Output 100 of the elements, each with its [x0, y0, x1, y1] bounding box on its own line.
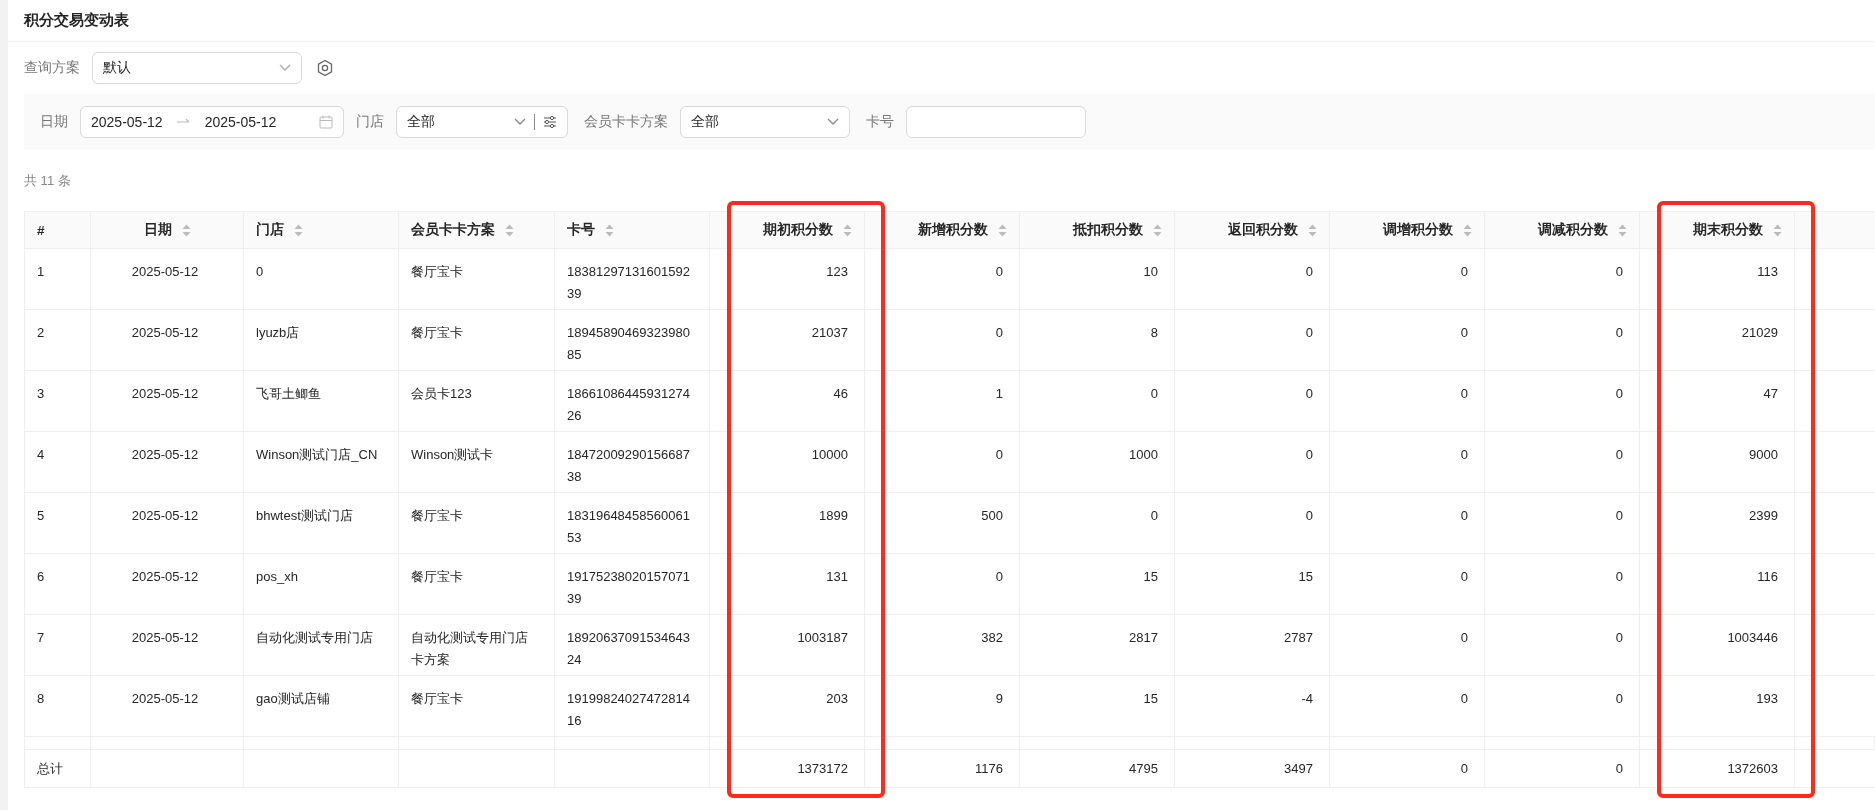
sort-icon[interactable]: [294, 223, 303, 237]
column-header[interactable]: 期初积分数: [710, 212, 865, 249]
column-header[interactable]: 新增积分数: [865, 212, 1020, 249]
sort-icon[interactable]: [1463, 223, 1472, 237]
table-cell: 21029: [1640, 310, 1795, 371]
table-cell: 0: [1330, 493, 1485, 554]
table-cell: 4: [25, 432, 91, 493]
table-cell: 9: [865, 676, 1020, 737]
column-header[interactable]: 抵扣积分数: [1020, 212, 1175, 249]
table-cell: 会员卡123: [399, 371, 555, 432]
table-cell: 3: [25, 371, 91, 432]
table-cell: 0: [1330, 371, 1485, 432]
column-header[interactable]: 会员卡卡方案: [399, 212, 555, 249]
table-cell: 5: [25, 493, 91, 554]
table-cell: 2025-05-12: [91, 554, 244, 615]
table-cell: 0: [1175, 310, 1330, 371]
table-cell: 0: [1485, 371, 1640, 432]
column-title: 抵扣积分数: [1073, 221, 1143, 239]
table-cell: 2025-05-12: [91, 310, 244, 371]
query-scheme-select[interactable]: 默认: [92, 52, 302, 84]
table-cell: 9000: [1640, 432, 1795, 493]
sort-icon[interactable]: [1308, 223, 1317, 237]
column-title: 调减积分数: [1538, 221, 1608, 239]
card-number-input[interactable]: [906, 106, 1086, 138]
table-cell: 1917523802015707139: [555, 554, 710, 615]
table-cell: 3497: [1175, 750, 1330, 788]
column-header[interactable]: 返回积分数: [1175, 212, 1330, 249]
sort-icon[interactable]: [843, 223, 852, 237]
column-header[interactable]: #: [25, 212, 91, 249]
table-cell: pos_xh: [244, 554, 399, 615]
date-range-picker[interactable]: 2025-05-12 2025-05-12: [80, 106, 344, 138]
table-cell: 1899: [710, 493, 865, 554]
chevron-down-icon: [279, 64, 291, 72]
column-header[interactable]: 门店: [244, 212, 399, 249]
sort-icon[interactable]: [505, 223, 514, 237]
table-cell: 餐厅宝卡: [399, 554, 555, 615]
store-select[interactable]: 全部: [396, 106, 568, 138]
table-cell: 193: [1640, 676, 1795, 737]
table-cell: 飞哥土鲫鱼: [244, 371, 399, 432]
table-cell: 2787: [1175, 615, 1330, 676]
table-cell: 1000: [1020, 432, 1175, 493]
table-cell: 1838129713160159239: [555, 249, 710, 310]
sort-icon[interactable]: [181, 223, 191, 237]
card-scheme-select[interactable]: 全部: [680, 106, 850, 138]
table-cell: 8: [25, 676, 91, 737]
table-cell: 4795: [1020, 750, 1175, 788]
sort-icon[interactable]: [605, 223, 614, 237]
column-title: 卡号: [567, 221, 595, 239]
table-cell: 2817: [1020, 615, 1175, 676]
column-header[interactable]: 卡号: [555, 212, 710, 249]
table-cell: 1: [25, 249, 91, 310]
column-header[interactable]: 期末积分数: [1640, 212, 1795, 249]
settings-icon[interactable]: [316, 59, 334, 77]
sort-icon[interactable]: [1153, 223, 1162, 237]
table-cell: 15: [1020, 676, 1175, 737]
table-cell: 2025-05-12: [91, 615, 244, 676]
column-title: 日期: [143, 221, 172, 239]
table-cell: 1892063709153464324: [555, 615, 710, 676]
table-cell: 0: [1175, 493, 1330, 554]
table-cell: 203: [710, 676, 865, 737]
table-cell: 餐厅宝卡: [399, 249, 555, 310]
table-cell: 1176: [865, 750, 1020, 788]
table-cell: 0: [865, 249, 1020, 310]
chevron-down-icon: [827, 118, 839, 126]
table-cell: 2025-05-12: [91, 432, 244, 493]
table-cell: 1003446: [1640, 615, 1795, 676]
table-cell: 0: [1020, 493, 1175, 554]
sort-icon[interactable]: [998, 223, 1007, 237]
table-cell: 0: [1485, 554, 1640, 615]
table-cell: 0: [1485, 676, 1640, 737]
table-cell: 1373172: [710, 750, 865, 788]
query-scheme-label: 查询方案: [24, 59, 80, 77]
table-cell: 0: [1485, 310, 1640, 371]
table-cell: Winson测试门店_CN: [244, 432, 399, 493]
table-cell: 1919982402747281416: [555, 676, 710, 737]
card-scheme-label: 会员卡卡方案: [584, 113, 668, 131]
column-title: 返回积分数: [1228, 221, 1298, 239]
table-cell: gao测试店铺: [244, 676, 399, 737]
table-cell: 7: [25, 615, 91, 676]
column-title: #: [37, 222, 45, 238]
table-cell: 47: [1640, 371, 1795, 432]
sliders-icon[interactable]: [543, 115, 557, 129]
table-cell: 0: [1330, 432, 1485, 493]
date-label: 日期: [40, 113, 68, 131]
table-cell: 123: [710, 249, 865, 310]
column-header[interactable]: 调减积分数: [1485, 212, 1640, 249]
table-cell: 0: [1330, 249, 1485, 310]
table-cell: 46: [710, 371, 865, 432]
calendar-icon: [319, 115, 333, 129]
store-label: 门店: [356, 113, 384, 131]
column-title: 期初积分数: [763, 221, 833, 239]
sort-icon[interactable]: [1618, 223, 1627, 237]
table-cell: 2025-05-12: [91, 493, 244, 554]
table-cell: bhwtest测试门店: [244, 493, 399, 554]
sort-icon[interactable]: [1773, 223, 1782, 237]
column-header[interactable]: 调增积分数: [1330, 212, 1485, 249]
table-cell: 15: [1020, 554, 1175, 615]
column-header[interactable]: 日期: [91, 212, 244, 249]
table-cell: 10: [1020, 249, 1175, 310]
column-title: 门店: [256, 221, 284, 239]
